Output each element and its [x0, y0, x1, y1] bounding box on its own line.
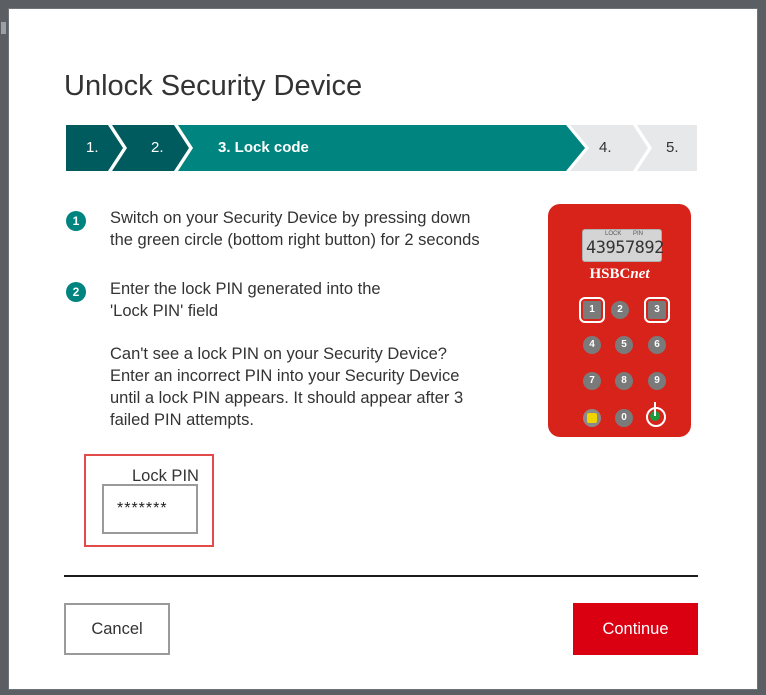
lcd-pin-label: PIN: [633, 231, 644, 237]
device-key-0: 0: [615, 409, 633, 427]
continue-button[interactable]: Continue: [573, 603, 698, 655]
power-button-icon: [646, 402, 666, 427]
brand-prefix: HSBC: [589, 266, 631, 282]
progress-stepper: 1. 2. 3. Lock code 4. 5.: [66, 125, 697, 171]
step-1-label: 1.: [86, 139, 99, 156]
window-edge-mark: [1, 22, 6, 34]
device-brand-logo: HSBCnet: [548, 266, 691, 283]
lock-pin-input[interactable]: [102, 484, 198, 534]
device-key-9: 9: [648, 372, 666, 390]
step-number-badge: 1: [66, 211, 86, 231]
lcd-display: 43957892: [586, 238, 664, 258]
instruction-text: Enter the lock PIN generated into the 'L…: [110, 280, 381, 320]
device-key-5: 5: [615, 336, 633, 354]
device-key-1: 1: [579, 297, 605, 323]
device-key-4: 4: [583, 336, 601, 354]
device-lcd: LOCK PIN 43957892: [582, 229, 664, 262]
step-5-label: 5.: [666, 139, 679, 156]
help-text: Can't see a lock PIN on your Security De…: [110, 345, 464, 429]
brand-suffix: net: [630, 266, 650, 282]
step-4-label: 4.: [599, 139, 612, 156]
device-key-6: 6: [648, 336, 666, 354]
lcd-lock-label: LOCK: [605, 231, 622, 237]
device-key-7: 7: [583, 372, 601, 390]
yellow-square-icon: [587, 413, 597, 423]
step-3-label: 3. Lock code: [218, 139, 309, 156]
step-number-badge: 2: [66, 282, 86, 302]
device-key-3: 3: [644, 297, 670, 323]
cancel-button[interactable]: Cancel: [64, 603, 170, 655]
device-yellow-key: [583, 409, 601, 427]
device-key-8: 8: [615, 372, 633, 390]
security-device-image: LOCK PIN 43957892 HSBCnet 1 2 3 4 5 6 7 …: [548, 204, 691, 437]
footer-divider: [64, 575, 698, 577]
step-2-label: 2.: [151, 139, 164, 156]
dialog-title: Unlock Security Device: [64, 70, 363, 102]
device-key-2: 2: [611, 301, 629, 319]
instruction-text: Switch on your Security Device by pressi…: [110, 209, 480, 249]
